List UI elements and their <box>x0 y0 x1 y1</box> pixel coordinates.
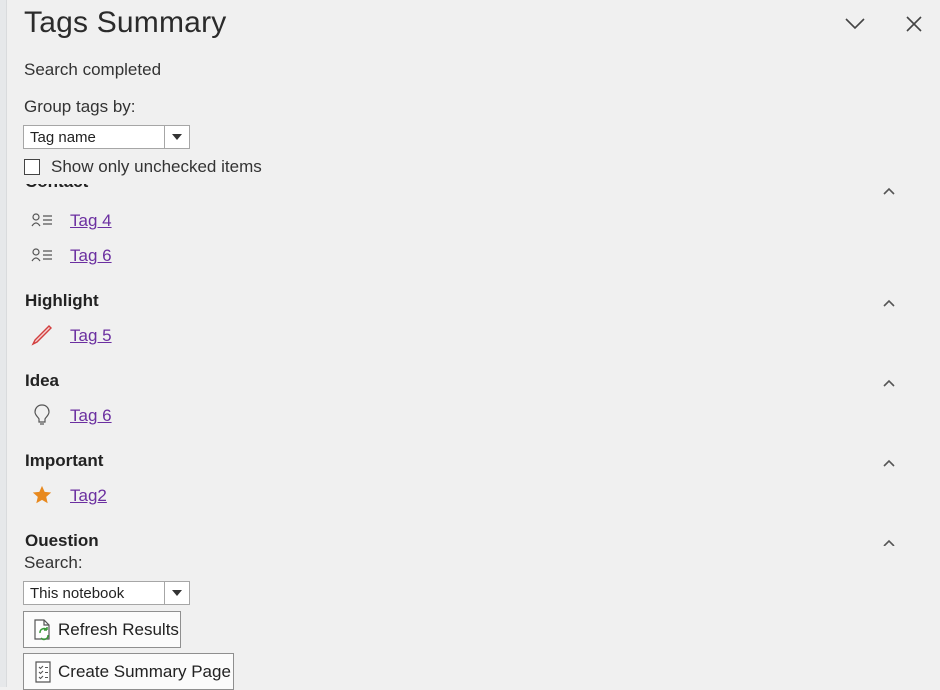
refresh-page-icon <box>34 618 50 640</box>
contact-card-icon <box>30 208 54 232</box>
search-scope-value: This notebook <box>30 585 125 602</box>
collapse-chevron-icon[interactable] <box>880 456 898 470</box>
contact-card-icon <box>30 243 54 267</box>
group-by-value: Tag name <box>30 129 96 146</box>
group-heading-important: Important <box>25 451 104 470</box>
refresh-results-button[interactable]: Refresh Results <box>23 611 181 648</box>
highlighter-pen-icon <box>30 323 54 347</box>
pane-title: Tags Summary <box>24 6 227 39</box>
tag-link[interactable]: Tag 6 <box>70 246 112 266</box>
show-unchecked-checkbox[interactable] <box>24 159 40 175</box>
show-unchecked-checkbox-row[interactable]: Show only unchecked items <box>24 157 262 177</box>
lightbulb-icon <box>30 403 54 427</box>
refresh-results-label: Refresh Results <box>58 619 179 639</box>
tag-link[interactable]: Tag 6 <box>70 406 112 426</box>
star-icon <box>30 483 54 507</box>
search-status: Search completed <box>24 60 162 79</box>
dropdown-arrow-icon[interactable] <box>164 126 189 148</box>
tag-link[interactable]: Tag2 <box>70 486 107 506</box>
collapse-chevron-icon[interactable] <box>880 184 898 198</box>
collapse-chevron-icon[interactable] <box>880 536 898 546</box>
tag-link[interactable]: Tag 5 <box>70 326 112 346</box>
tag-link[interactable]: Tag 4 <box>70 211 112 231</box>
search-scope-select[interactable]: This notebook <box>23 581 190 605</box>
collapse-chevron-icon[interactable] <box>880 376 898 390</box>
group-heading-idea: Idea <box>25 371 60 390</box>
close-icon[interactable] <box>900 10 928 38</box>
group-heading-question: Question <box>25 531 99 546</box>
collapse-chevron-icon[interactable] <box>880 296 898 310</box>
create-summary-page-label: Create Summary Page <box>58 661 231 681</box>
chevron-down-icon[interactable] <box>841 10 869 38</box>
create-summary-page-button[interactable]: Create Summary Page <box>23 653 234 690</box>
search-scope-label: Search: <box>24 553 83 572</box>
group-by-select[interactable]: Tag name <box>23 125 190 149</box>
group-by-label: Group tags by: <box>24 97 136 116</box>
tag-results-list[interactable]: Contact Tag 4 Tag 6 Highlight Tag 5 Idea… <box>0 184 940 546</box>
group-heading-highlight: Highlight <box>25 291 99 310</box>
show-unchecked-label: Show only unchecked items <box>51 157 262 176</box>
summary-page-icon <box>35 660 51 683</box>
group-heading-contact: Contact <box>25 184 88 192</box>
dropdown-arrow-icon[interactable] <box>164 582 189 604</box>
